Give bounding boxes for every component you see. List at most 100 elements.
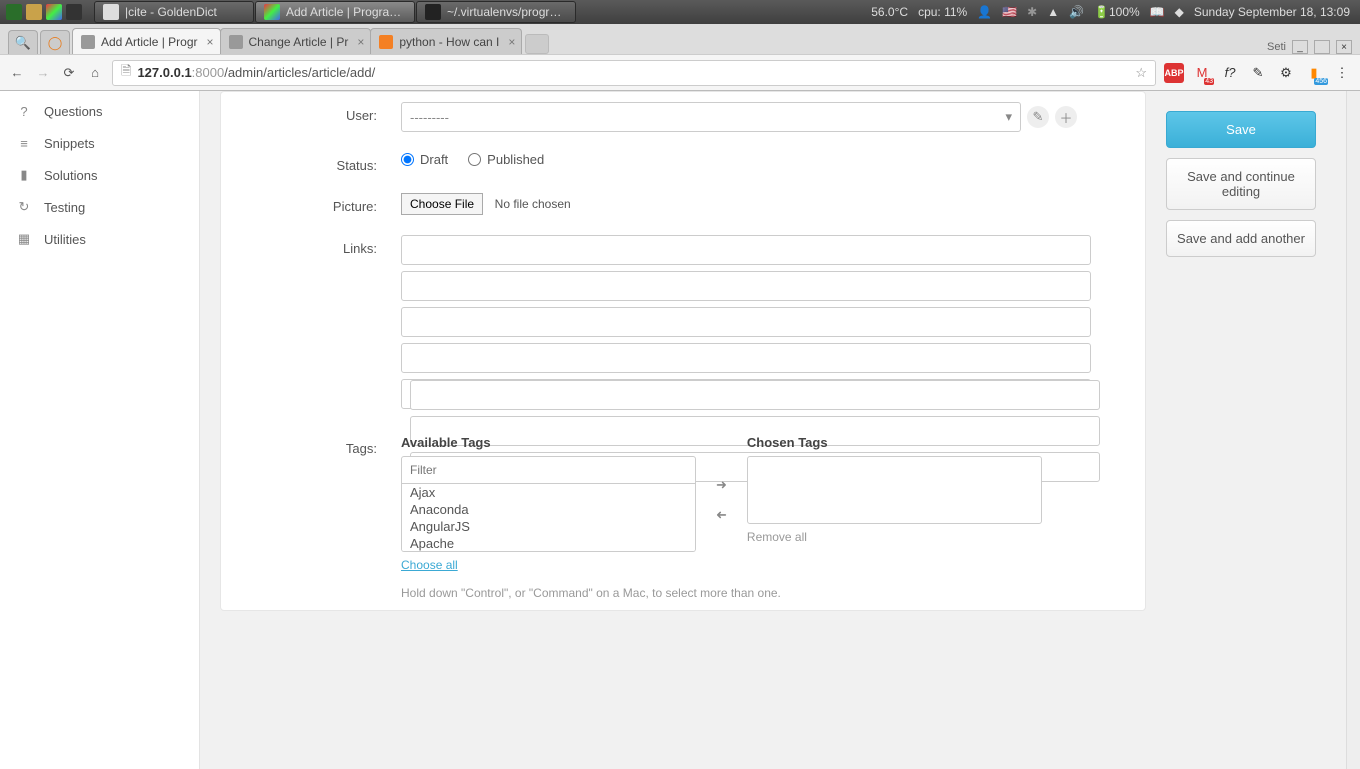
remove-all-link[interactable]: Remove all	[747, 530, 807, 544]
edit-icon[interactable]: ✎	[1027, 106, 1049, 128]
bluetooth-icon[interactable]: ✱	[1027, 5, 1037, 19]
choose-file-button[interactable]: Choose File	[401, 193, 483, 215]
os-launchers	[0, 4, 82, 20]
home-icon[interactable]: ⌂	[86, 64, 104, 82]
task-goldendict[interactable]: |cite - GoldenDict	[94, 1, 254, 23]
forward-icon[interactable]: →	[34, 64, 52, 82]
chevron-down-icon: ▾	[1005, 109, 1012, 125]
select-value: ---------	[410, 110, 449, 125]
sidebar-item-solutions[interactable]: ▮Solutions	[0, 159, 199, 191]
row-links: Links: Useful links	[221, 225, 1145, 425]
question-icon: ?	[16, 103, 32, 119]
radio-draft[interactable]: Draft	[401, 152, 448, 167]
files-icon[interactable]	[26, 4, 42, 20]
temp-indicator: 56.0°C	[871, 5, 908, 19]
save-add-button[interactable]: Save and add another	[1166, 220, 1316, 257]
settings-icon[interactable]: ⚙	[1276, 63, 1296, 83]
arrow-right-icon[interactable]: ➜	[716, 477, 727, 493]
address-bar: ← → ⟳ ⌂ 🗎 127.0.0.1:8000/admin/articles/…	[0, 54, 1360, 90]
chosen-list[interactable]	[747, 456, 1042, 524]
save-panel: Save Save and continue editing Save and …	[1166, 91, 1346, 769]
close-icon[interactable]: ×	[357, 35, 364, 49]
launcher-icon[interactable]	[6, 4, 22, 20]
maximize-icon[interactable]	[1314, 40, 1330, 54]
link-input-2[interactable]	[401, 271, 1091, 301]
close-icon[interactable]: ×	[508, 35, 515, 49]
wifi-icon[interactable]: ▲	[1047, 5, 1059, 19]
tab-python-so[interactable]: python - How can I ×	[370, 28, 522, 54]
back-icon[interactable]: ←	[8, 64, 26, 82]
seti-label: Seti	[1267, 41, 1286, 53]
tab-search-icon[interactable]: 🔍	[8, 30, 38, 54]
adblock-icon[interactable]: ABP	[1164, 63, 1184, 83]
shield-icon[interactable]: ◆	[1175, 5, 1184, 19]
gmail-icon[interactable]: M43	[1192, 63, 1212, 83]
task-label: Add Article | Progra…	[286, 5, 401, 19]
minimize-icon[interactable]: _	[1292, 40, 1308, 54]
sidebar-item-questions[interactable]: ?Questions	[0, 95, 199, 127]
available-list[interactable]: Ajax Anaconda AngularJS Apache	[401, 484, 696, 552]
tag-item[interactable]: Apache	[402, 535, 695, 552]
rss-icon[interactable]: ▮456	[1304, 63, 1324, 83]
page-icon: 🗎	[121, 62, 131, 84]
link-input-4[interactable]	[401, 343, 1091, 373]
new-tab-button[interactable]	[525, 34, 549, 54]
main-content: User: ---------▾ ✎ ＋ Status: Draft Publi…	[200, 91, 1166, 769]
choose-all-link[interactable]: Choose all	[401, 558, 458, 572]
save-button[interactable]: Save	[1166, 111, 1316, 148]
radio-draft-input[interactable]	[401, 153, 414, 166]
chrome-icon[interactable]	[46, 4, 62, 20]
window-close-icon[interactable]: ×	[1336, 40, 1352, 54]
no-file-text: No file chosen	[495, 197, 571, 211]
tab-change-article[interactable]: Change Article | Pr×	[220, 28, 372, 54]
ext-f-icon[interactable]: f?	[1220, 63, 1240, 83]
url-path: /admin/articles/article/add/	[224, 65, 375, 80]
star-icon[interactable]: ☆	[1135, 65, 1147, 81]
tab-label: python - How can I	[399, 35, 499, 49]
arrow-left-icon[interactable]: ➜	[716, 507, 727, 523]
grid-icon: ▦	[16, 231, 32, 247]
flag-icon[interactable]: 🇺🇸	[1002, 5, 1017, 19]
row-user: User: --------- ▾ ✎ ＋	[221, 92, 1145, 142]
add-icon[interactable]: ＋	[1055, 106, 1077, 128]
user-icon[interactable]: 👤	[977, 5, 992, 19]
tab-add-article[interactable]: Add Article | Progr×	[72, 28, 221, 54]
page-body: ?Questions ≡Snippets ▮Solutions ↻Testing…	[0, 91, 1360, 769]
sidebar-item-testing[interactable]: ↻Testing	[0, 191, 199, 223]
tags-help: Hold down "Control", or "Command" on a M…	[401, 586, 1125, 600]
chrome-menu-icon[interactable]: ⋮	[1332, 63, 1352, 83]
link-input-3[interactable]	[401, 307, 1091, 337]
available-tags: Available Tags Ajax Anaconda AngularJS A…	[401, 435, 696, 572]
url-input[interactable]: 🗎 127.0.0.1:8000/admin/articles/article/…	[112, 60, 1156, 86]
link-input-6[interactable]	[410, 380, 1100, 410]
tag-item[interactable]: Ajax	[402, 484, 695, 501]
user-label: User:	[241, 102, 401, 123]
book-icon[interactable]: 📖	[1150, 5, 1165, 19]
tag-item[interactable]: Anaconda	[402, 501, 695, 518]
browser-tabs: 🔍 ◯ Add Article | Progr× Change Article …	[0, 24, 1360, 54]
picture-label: Picture:	[241, 193, 401, 214]
terminal-icon[interactable]	[66, 4, 82, 20]
link-input-5[interactable]: Useful links	[401, 379, 1091, 409]
tab-ext-icon[interactable]: ◯	[40, 30, 70, 54]
cpu-indicator: cpu: 11%	[918, 5, 967, 19]
close-icon[interactable]: ×	[206, 35, 213, 49]
tag-item[interactable]: AngularJS	[402, 518, 695, 535]
sidebar-item-utilities[interactable]: ▦Utilities	[0, 223, 199, 255]
radio-published[interactable]: Published	[468, 152, 544, 167]
picker-icon[interactable]: ✎	[1248, 63, 1268, 83]
task-chrome[interactable]: Add Article | Progra…	[255, 1, 415, 23]
tag-filter-input[interactable]	[401, 456, 696, 484]
page-scrollbar[interactable]	[1346, 91, 1360, 769]
sidebar-item-snippets[interactable]: ≡Snippets	[0, 127, 199, 159]
user-select[interactable]: --------- ▾	[401, 102, 1021, 132]
save-continue-button[interactable]: Save and continue editing	[1166, 158, 1316, 210]
task-label: ~/.virtualenvs/progr…	[447, 5, 561, 19]
volume-icon[interactable]: 🔊	[1069, 5, 1084, 19]
link-input-1[interactable]	[401, 235, 1091, 265]
favicon-icon	[379, 35, 393, 49]
reload-icon[interactable]: ⟳	[60, 64, 78, 82]
radio-published-input[interactable]	[468, 153, 481, 166]
favicon-icon	[229, 35, 243, 49]
task-terminal[interactable]: ~/.virtualenvs/progr…	[416, 1, 576, 23]
